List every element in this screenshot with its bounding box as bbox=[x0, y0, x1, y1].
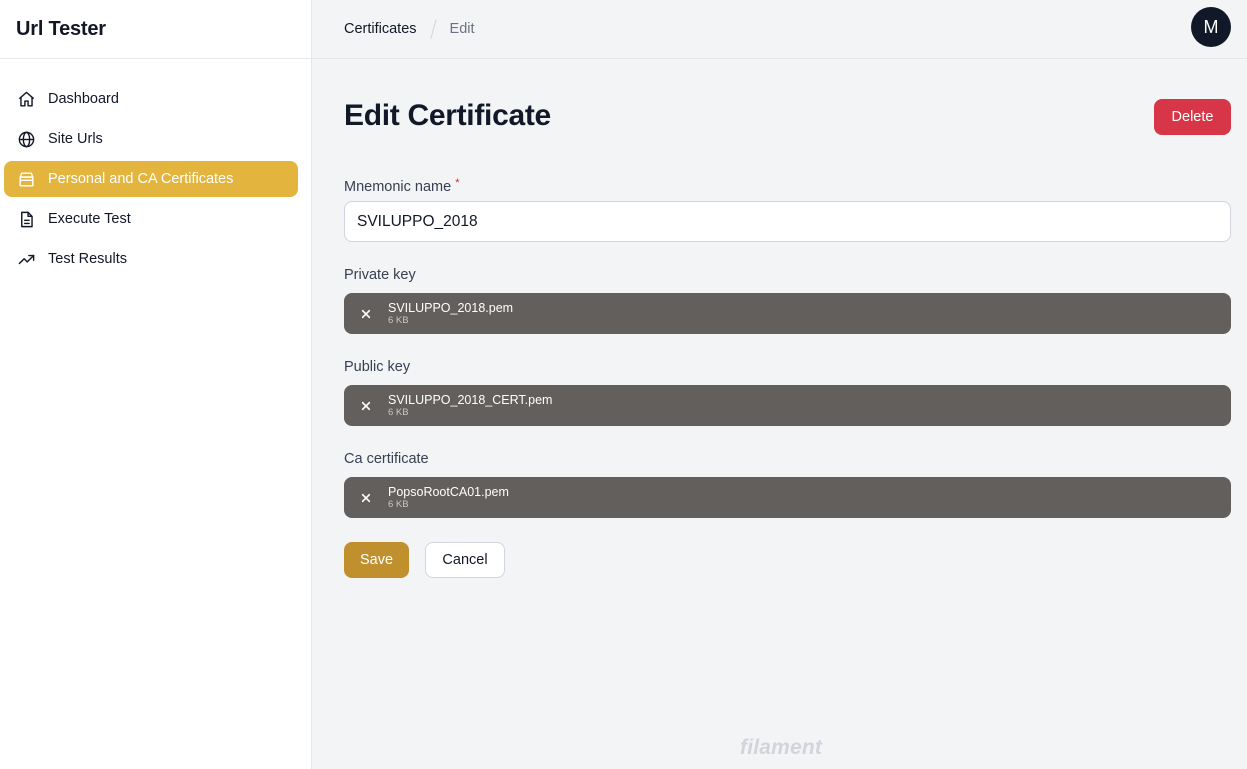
public-key-field: Public key SVILUPPO_2018_CERT.pem 6 KB bbox=[344, 355, 1231, 426]
required-mark: * bbox=[455, 177, 460, 189]
page-title: Edit Certificate bbox=[344, 99, 551, 132]
mnemonic-field: Mnemonic name * bbox=[344, 175, 1231, 242]
sidebar-item-execute-test[interactable]: Execute Test bbox=[4, 201, 298, 237]
delete-button[interactable]: Delete bbox=[1154, 99, 1231, 135]
trending-up-icon bbox=[16, 249, 36, 269]
breadcrumb-edit: Edit bbox=[449, 21, 475, 37]
file-size: 6 KB bbox=[388, 406, 409, 418]
sidebar-item-site-urls[interactable]: Site Urls bbox=[4, 121, 298, 157]
sidebar-item-label: Execute Test bbox=[48, 211, 131, 227]
ca-certificate-file: PopsoRootCA01.pem 6 KB bbox=[344, 477, 1231, 518]
sidebar-item-label: Test Results bbox=[48, 251, 127, 267]
sidebar-item-test-results[interactable]: Test Results bbox=[4, 241, 298, 277]
file-info: SVILUPPO_2018.pem 6 KB bbox=[388, 301, 513, 327]
cancel-button[interactable]: Cancel bbox=[425, 542, 505, 578]
breadcrumb-separator bbox=[429, 19, 437, 39]
file-info: PopsoRootCA01.pem 6 KB bbox=[388, 485, 509, 511]
private-key-file: SVILUPPO_2018.pem 6 KB bbox=[344, 293, 1231, 334]
mnemonic-input[interactable] bbox=[344, 201, 1231, 242]
breadcrumb-certificates[interactable]: Certificates bbox=[344, 21, 417, 37]
file-info: SVILUPPO_2018_CERT.pem 6 KB bbox=[388, 393, 552, 419]
sidebar-item-label: Site Urls bbox=[48, 131, 103, 147]
archive-icon bbox=[16, 169, 36, 189]
public-key-label: Public key bbox=[344, 359, 411, 375]
remove-file-icon[interactable] bbox=[360, 308, 372, 320]
page-header: Edit Certificate Delete bbox=[344, 59, 1231, 175]
sidebar-item-dashboard[interactable]: Dashboard bbox=[4, 81, 298, 117]
avatar[interactable]: M bbox=[1191, 7, 1231, 47]
file-name: SVILUPPO_2018_CERT.pem bbox=[388, 392, 553, 407]
remove-file-icon[interactable] bbox=[360, 400, 372, 412]
file-name: PopsoRootCA01.pem bbox=[388, 484, 509, 499]
save-button[interactable]: Save bbox=[344, 542, 409, 578]
sidebar-item-label: Personal and CA Certificates bbox=[48, 171, 234, 187]
mnemonic-label: Mnemonic name * bbox=[344, 175, 1231, 199]
file-size: 6 KB bbox=[388, 498, 409, 510]
public-key-file: SVILUPPO_2018_CERT.pem 6 KB bbox=[344, 385, 1231, 426]
mnemonic-label-text: Mnemonic name bbox=[344, 179, 452, 195]
ca-certificate-field: Ca certificate PopsoRootCA01.pem 6 KB bbox=[344, 447, 1231, 518]
file-name: SVILUPPO_2018.pem bbox=[388, 300, 514, 315]
home-icon bbox=[16, 89, 36, 109]
form-actions: Save Cancel bbox=[344, 542, 1231, 578]
app-title[interactable]: Url Tester bbox=[0, 0, 311, 59]
filament-logo: filament bbox=[740, 736, 823, 759]
sidebar: Url Tester Dashboard Site Urls Personal … bbox=[0, 0, 312, 769]
ca-certificate-label: Ca certificate bbox=[344, 451, 429, 467]
main-content: Edit Certificate Delete Mnemonic name * … bbox=[344, 59, 1231, 578]
globe-icon bbox=[16, 129, 36, 149]
sidebar-nav: Dashboard Site Urls Personal and CA Cert… bbox=[0, 59, 311, 277]
file-size: 6 KB bbox=[388, 314, 409, 326]
remove-file-icon[interactable] bbox=[360, 492, 372, 504]
private-key-label: Private key bbox=[344, 267, 416, 283]
sidebar-item-certificates[interactable]: Personal and CA Certificates bbox=[4, 161, 298, 197]
topbar: Certificates Edit M bbox=[312, 0, 1247, 59]
sidebar-item-label: Dashboard bbox=[48, 91, 119, 107]
private-key-field: Private key SVILUPPO_2018.pem 6 KB bbox=[344, 263, 1231, 334]
document-icon bbox=[16, 209, 36, 229]
